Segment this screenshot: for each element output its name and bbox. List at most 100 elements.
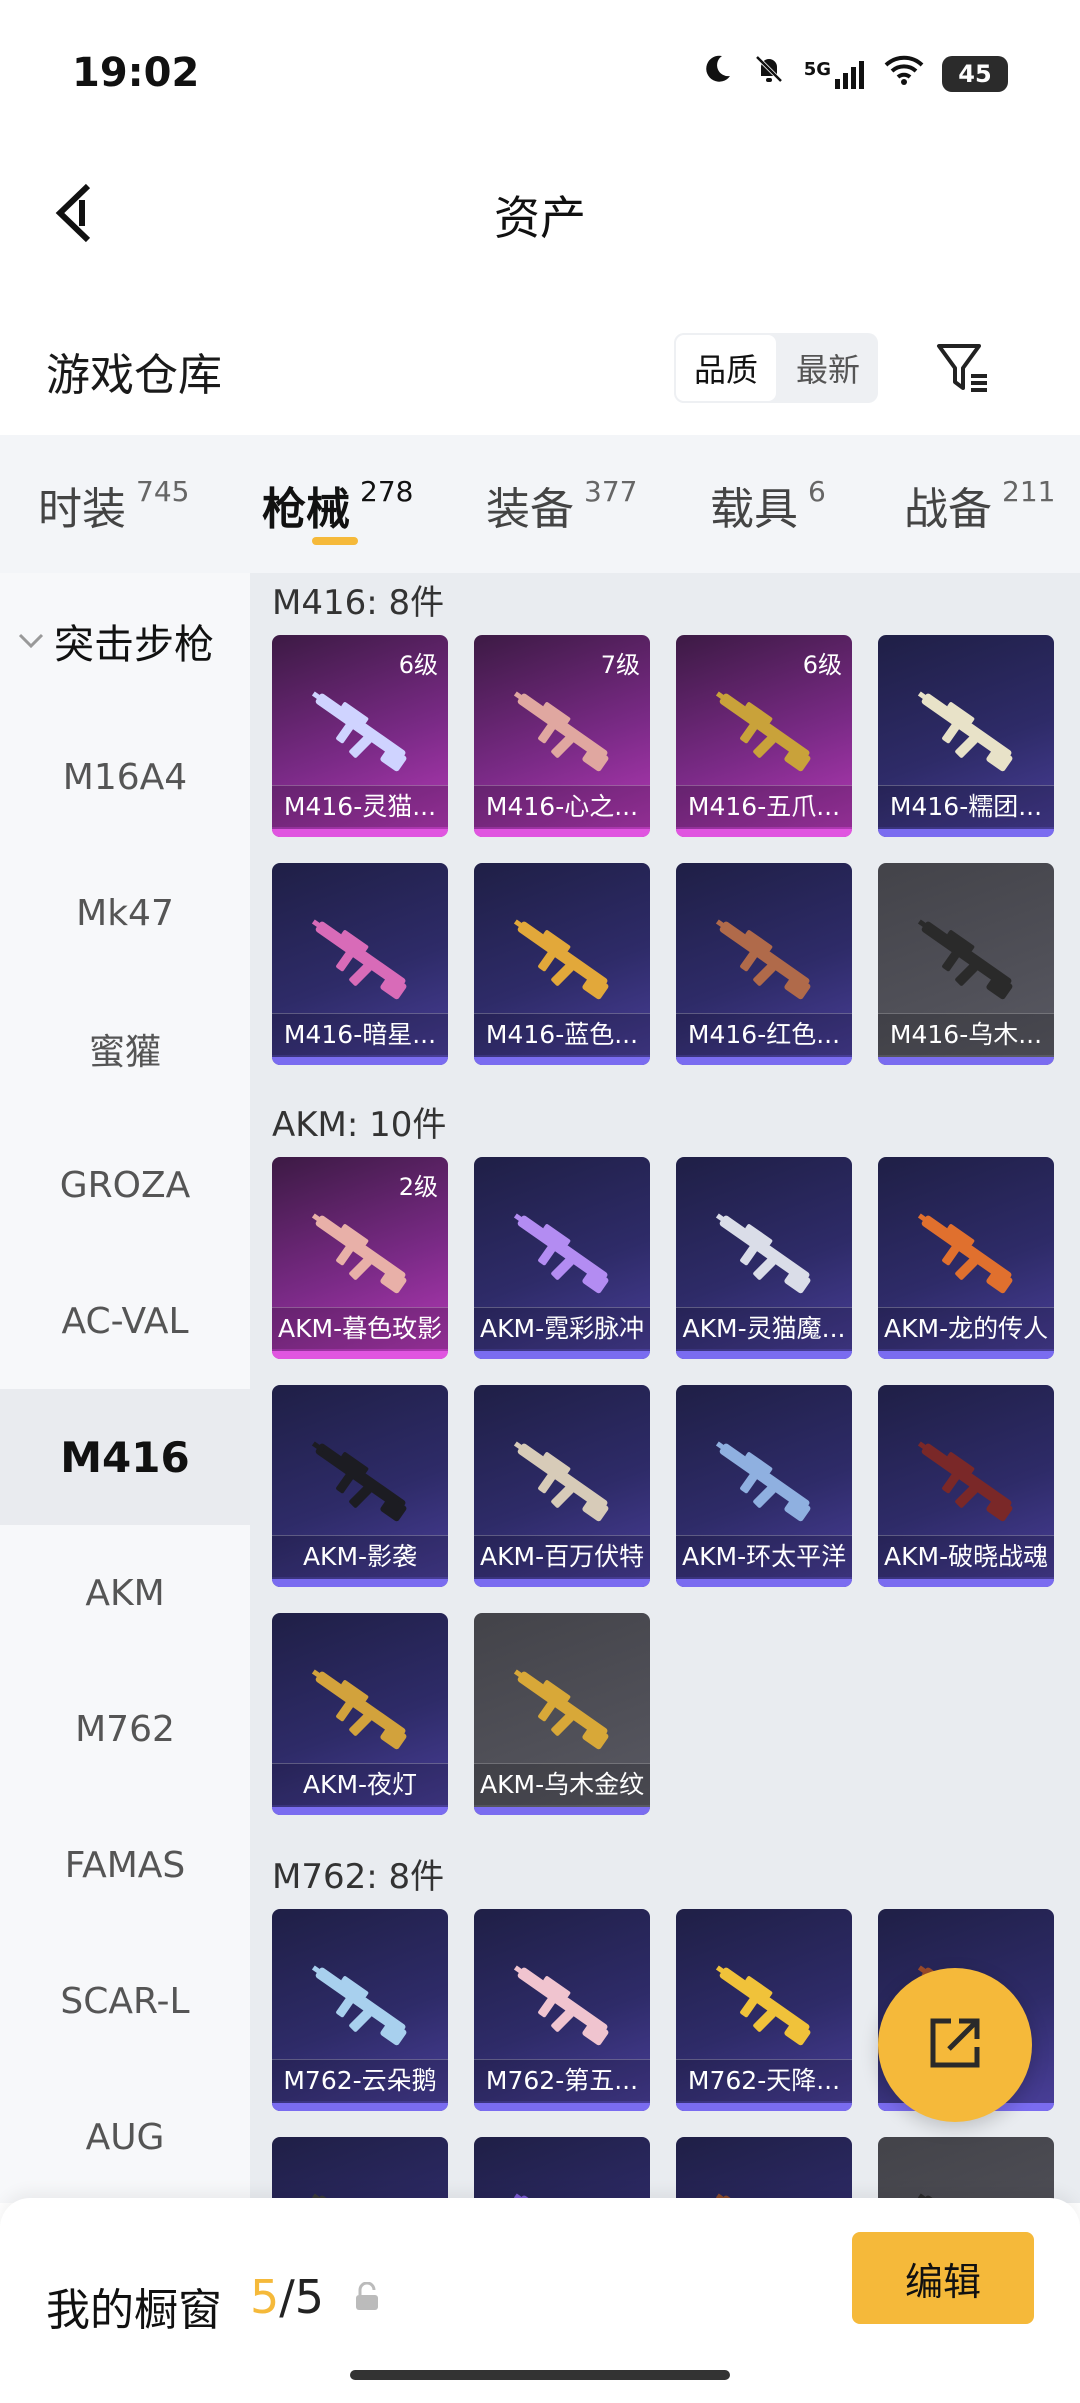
weapon-card[interactable]: AKM-破晓战魂 [878,1385,1054,1587]
status-time: 19:02 [72,50,200,96]
weapon-card[interactable] [272,2137,448,2203]
sidebar-item-m762[interactable]: M762 [0,1661,250,1797]
card-level-badge: 2级 [398,1173,438,1201]
weapon-card[interactable]: 6级 M416-灵猫... [272,635,448,837]
card-rarity-bar [272,1807,448,1815]
card-name: M416-灵猫... [272,785,448,827]
tab-equipment[interactable]: 装备 377 [486,473,637,537]
filter-button[interactable] [928,335,998,405]
rifle-icon [311,1441,407,1522]
bell-muted-icon [752,52,786,95]
sort-quality-option[interactable]: 品质 [674,333,778,403]
weapon-card[interactable]: AKM-环太平洋 [676,1385,852,1587]
sidebar-item-akm[interactable]: AKM [0,1525,250,1661]
sidebar-item-aug[interactable]: AUG [0,2069,250,2205]
card-rarity-bar [878,1351,1054,1359]
weapon-card[interactable] [878,2137,1054,2203]
weapon-card[interactable]: M416-糯团... [878,635,1054,837]
card-level-badge: 6级 [398,651,438,679]
sidebar-item-honey-badger[interactable]: 蜜獾 [0,981,250,1117]
showcase-bar: 我的橱窗 5/5 编辑 [0,2198,1080,2403]
card-rarity-bar [272,829,448,837]
rifle-icon [715,919,811,1000]
weapon-card[interactable]: M762-第五... [474,1909,650,2111]
card-rarity-bar [878,829,1054,837]
showcase-count: 5/5 [250,2270,324,2324]
card-rarity-bar [474,2103,650,2111]
weapon-card[interactable]: AKM-霓彩脉冲 [474,1157,650,1359]
rifle-icon [513,1965,609,2046]
card-rarity-bar [474,1579,650,1587]
weapon-card[interactable]: AKM-百万伏特 [474,1385,650,1587]
sidebar-item-m416[interactable]: M416 [0,1389,250,1525]
sidebar-item-mk47[interactable]: Mk47 [0,845,250,981]
card-rarity-bar [474,1057,650,1065]
weapon-card[interactable]: M416-乌木... [878,863,1054,1065]
rifle-icon [715,691,811,772]
tab-supplies[interactable]: 战备 211 [904,473,1055,537]
weapon-card[interactable]: AKM-影袭 [272,1385,448,1587]
card-rarity-bar [676,1579,852,1587]
tab-label: 枪械 [262,484,350,535]
weapon-card[interactable]: M416-红色... [676,863,852,1065]
section-title: M416: 8件 [272,583,445,623]
weapon-card[interactable]: 2级 AKM-暮色玫影 [272,1157,448,1359]
card-rarity-bar [474,829,650,837]
share-icon [925,2013,985,2077]
card-level-badge: 7级 [600,651,640,679]
rifle-icon [311,1965,407,2046]
rifle-icon [513,691,609,772]
rifle-icon [715,1441,811,1522]
rifle-icon [311,1213,407,1294]
card-name: AKM-百万伏特 [474,1535,650,1577]
card-name: AKM-夜灯 [272,1763,448,1805]
sidebar-item-famas[interactable]: FAMAS [0,1797,250,1933]
weapon-card[interactable]: AKM-灵猫魔... [676,1157,852,1359]
card-rarity-bar [878,1579,1054,1587]
card-name: AKM-霓彩脉冲 [474,1307,650,1349]
rifle-icon [513,1669,609,1750]
card-name: M762-第五... [474,2059,650,2101]
sidebar-item-groza[interactable]: GROZA [0,1117,250,1253]
sidebar-group-assault-rifles[interactable]: 突击步枪 [0,573,250,709]
card-name: M762-云朵鹅 [272,2059,448,2101]
share-button[interactable] [878,1968,1032,2122]
weapon-card[interactable]: M762-云朵鹅 [272,1909,448,2111]
weapon-card[interactable]: M762-天降... [676,1909,852,2111]
card-name: M416-红色... [676,1013,852,1055]
tab-label: 装备 [486,484,574,535]
section-title: AKM: 10件 [272,1105,447,1145]
tab-firearms[interactable]: 枪械 278 [262,473,413,537]
weapon-card[interactable] [474,2137,650,2203]
card-name: AKM-影袭 [272,1535,448,1577]
edit-button[interactable]: 编辑 [852,2232,1034,2324]
weapon-card[interactable]: AKM-乌木金纹 [474,1613,650,1815]
card-name: M416-暗星... [272,1013,448,1055]
card-name: AKM-乌木金纹 [474,1763,650,1805]
tab-count: 6 [808,475,826,508]
tab-label: 战备 [904,484,992,535]
sidebar-item-m16a4[interactable]: M16A4 [0,709,250,845]
weapon-card[interactable]: 7级 M416-心之... [474,635,650,837]
card-rarity-bar [272,2103,448,2111]
sidebar-group-label: 突击步枪 [54,622,214,668]
card-rarity-bar [272,1579,448,1587]
weapon-card[interactable]: M416-蓝色... [474,863,650,1065]
sort-latest-option[interactable]: 最新 [778,333,878,403]
weapon-card[interactable] [676,2137,852,2203]
weapon-card[interactable]: 6级 M416-五爪... [676,635,852,837]
card-name: AKM-暮色玫影 [272,1307,448,1349]
weapon-card[interactable]: M416-暗星... [272,863,448,1065]
signal-5g-icon: 5G [804,59,866,89]
weapon-card[interactable]: AKM-龙的传人 [878,1157,1054,1359]
page-title: 资产 [494,191,586,245]
category-tabs: 时装 745 枪械 278 装备 377 载具 6 战备 211 [0,435,1080,573]
tab-vehicles[interactable]: 载具 6 [710,473,826,537]
card-name: M416-蓝色... [474,1013,650,1055]
tab-fashion[interactable]: 时装 745 [38,473,189,537]
sidebar-item-scar-l[interactable]: SCAR-L [0,1933,250,2069]
rifle-icon [917,691,1013,772]
sidebar-item-ac-val[interactable]: AC-VAL [0,1253,250,1389]
weapon-card[interactable]: AKM-夜灯 [272,1613,448,1815]
card-name: M762-天降... [676,2059,852,2101]
